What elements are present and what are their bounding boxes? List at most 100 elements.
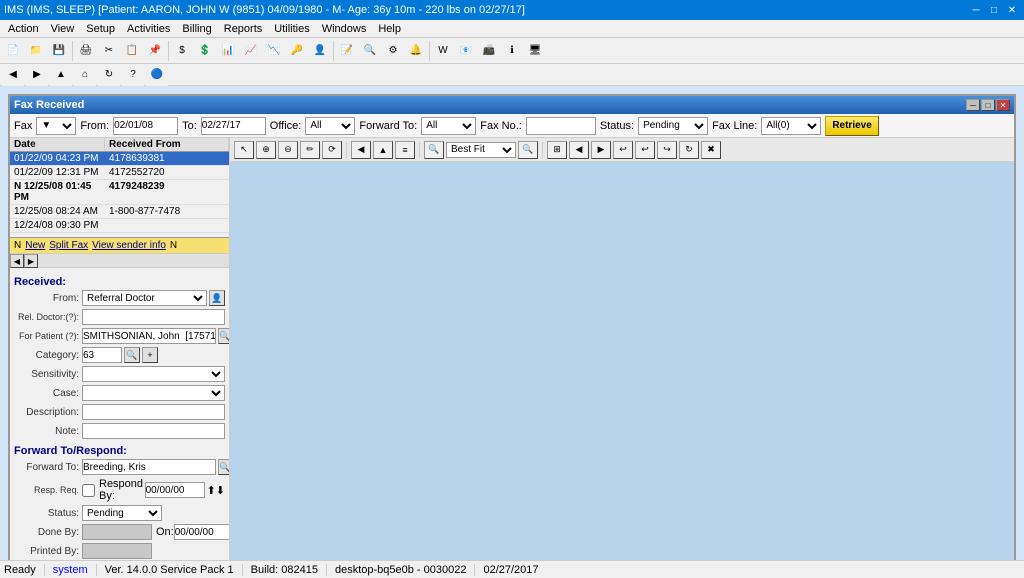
tb-b13[interactable]: 📧 — [455, 40, 477, 62]
forward-to-btn[interactable]: 🔍 — [218, 459, 229, 475]
fax-minimize-btn[interactable]: ─ — [966, 99, 980, 111]
fax-close-btn[interactable]: ✕ — [996, 99, 1010, 111]
patient-search-btn[interactable]: 🔍 — [218, 328, 229, 344]
view-sender-link[interactable]: View sender info — [92, 240, 166, 251]
tb-cut[interactable]: ✂ — [98, 40, 120, 62]
tb-b4[interactable]: 📈 — [240, 40, 262, 62]
done-by-input[interactable] — [82, 524, 152, 540]
tb-print[interactable]: 🖨 — [75, 40, 97, 62]
doc-tb-nav6[interactable]: ↪ — [657, 141, 677, 159]
list-row[interactable]: 12/24/08 09:30 PM — [10, 219, 229, 233]
category-btn[interactable]: 🔍 — [124, 347, 140, 363]
new-link[interactable]: New — [25, 240, 45, 251]
list-row[interactable]: 01/22/09 12:31 PM 4172552720 — [10, 166, 229, 180]
tb2-back[interactable]: ◀ — [2, 64, 24, 86]
tb-open[interactable]: 📁 — [25, 40, 47, 62]
status-combo[interactable]: Pending — [638, 117, 708, 135]
tb2-refresh[interactable]: ↻ — [98, 64, 120, 86]
menu-windows[interactable]: Windows — [316, 22, 373, 36]
doc-tb-nav5[interactable]: ↩ — [635, 141, 655, 159]
list-row[interactable]: 12/25/08 08:24 AM 1-800-877-7478 — [10, 205, 229, 219]
description-input[interactable] — [82, 404, 225, 420]
respond-by-spin[interactable]: ⬆⬇ — [207, 484, 225, 497]
tb-b5[interactable]: 📉 — [263, 40, 285, 62]
doc-tb-nav2[interactable]: ◀ — [569, 141, 589, 159]
from-field-btn[interactable]: 👤 — [209, 290, 225, 306]
to-date-input[interactable] — [201, 117, 266, 135]
from-field-combo[interactable]: Referral Doctor — [82, 290, 207, 306]
restore-button[interactable]: □ — [986, 2, 1002, 18]
tb-copy[interactable]: 📋 — [121, 40, 143, 62]
menu-setup[interactable]: Setup — [80, 22, 121, 36]
office-combo[interactable]: All — [305, 117, 355, 135]
category-input[interactable] — [82, 347, 122, 363]
split-fax-link[interactable]: Split Fax — [49, 240, 88, 251]
tb-b1[interactable]: $ — [171, 40, 193, 62]
tb2-help[interactable]: ? — [122, 64, 144, 86]
note-input[interactable] — [82, 423, 225, 439]
category-add-btn[interactable]: + — [142, 347, 158, 363]
tb-b11[interactable]: 🔔 — [405, 40, 427, 62]
doc-tb-nav7[interactable]: ↻ — [679, 141, 699, 159]
list-row[interactable]: 01/22/09 04:23 PM 4178639381 — [10, 152, 229, 166]
tb-b7[interactable]: 👤 — [309, 40, 331, 62]
forward-combo[interactable]: All — [421, 117, 476, 135]
tb-b3[interactable]: 📊 — [217, 40, 239, 62]
doc-tb-fit[interactable]: ✏ — [300, 141, 320, 159]
tb-b14[interactable]: 📠 — [478, 40, 500, 62]
doc-tb-2[interactable]: ≡ — [395, 141, 415, 159]
sensitivity-combo[interactable] — [82, 366, 225, 382]
tb2-home[interactable]: ⌂ — [74, 64, 96, 86]
retrieve-button[interactable]: Retrieve — [825, 116, 878, 136]
tb-b15[interactable]: ℹ — [501, 40, 523, 62]
tb-b9[interactable]: 🔍 — [359, 40, 381, 62]
doc-tb-nav1[interactable]: ⊞ — [547, 141, 567, 159]
tb2-up[interactable]: ▲ — [50, 64, 72, 86]
menu-utilities[interactable]: Utilities — [268, 22, 315, 36]
from-date-input[interactable] — [113, 117, 178, 135]
case-combo[interactable] — [82, 385, 225, 401]
tb-paste[interactable]: 📌 — [144, 40, 166, 62]
tb-b8[interactable]: 📝 — [336, 40, 358, 62]
doc-tb-zoom-magnify[interactable]: 🔍 — [424, 141, 444, 159]
zoom-combo[interactable]: Best Fit — [446, 142, 516, 158]
menu-help[interactable]: Help — [372, 22, 407, 36]
faxline-combo[interactable]: All(0) — [761, 117, 821, 135]
menu-view[interactable]: View — [45, 22, 81, 36]
menu-billing[interactable]: Billing — [176, 22, 217, 36]
faxno-input[interactable] — [526, 117, 596, 135]
on-input[interactable] — [174, 524, 229, 540]
list-row[interactable]: N 12/25/08 01:45 PM 4179248239 — [10, 180, 229, 205]
for-patient-input[interactable] — [82, 328, 216, 344]
tb-b16[interactable]: 🖥 — [524, 40, 546, 62]
fax-type-combo[interactable]: ▼ — [36, 117, 76, 135]
forward-to-input[interactable] — [82, 459, 216, 475]
tb2-info[interactable]: 🔵 — [146, 64, 168, 86]
tb2-forward[interactable]: ▶ — [26, 64, 48, 86]
doc-tb-zoom-in[interactable]: ⊕ — [256, 141, 276, 159]
scroll-left[interactable]: ◀ — [10, 254, 24, 268]
respond-by-input[interactable] — [145, 482, 205, 498]
tb-b2[interactable]: 💲 — [194, 40, 216, 62]
close-button[interactable]: ✕ — [1004, 2, 1020, 18]
fax-restore-btn[interactable]: □ — [981, 99, 995, 111]
menu-action[interactable]: Action — [2, 22, 45, 36]
doc-tb-nav8[interactable]: ✖ — [701, 141, 721, 159]
scroll-right[interactable]: ▶ — [24, 254, 38, 268]
status-field-combo[interactable]: Pending — [82, 505, 162, 521]
doc-tb-prev-page[interactable]: ◀ — [351, 141, 371, 159]
minimize-button[interactable]: ─ — [968, 2, 984, 18]
doc-tb-nav4[interactable]: ↩ — [613, 141, 633, 159]
tb-save-doc[interactable]: 💾 — [48, 40, 70, 62]
doc-tb-zoom-out[interactable]: ⊖ — [278, 141, 298, 159]
rel-doctor-input[interactable] — [82, 309, 225, 325]
tb-b10[interactable]: ⚙ — [382, 40, 404, 62]
doc-tb-rotate[interactable]: ⟳ — [322, 141, 342, 159]
tb-b6[interactable]: 🔑 — [286, 40, 308, 62]
doc-tb-nav3[interactable]: ▶ — [591, 141, 611, 159]
printed-by-input[interactable] — [82, 543, 152, 559]
tb-new[interactable]: 📄 — [2, 40, 24, 62]
menu-reports[interactable]: Reports — [218, 22, 269, 36]
tb-b12[interactable]: W — [432, 40, 454, 62]
doc-tb-arrow[interactable]: ↖ — [234, 141, 254, 159]
